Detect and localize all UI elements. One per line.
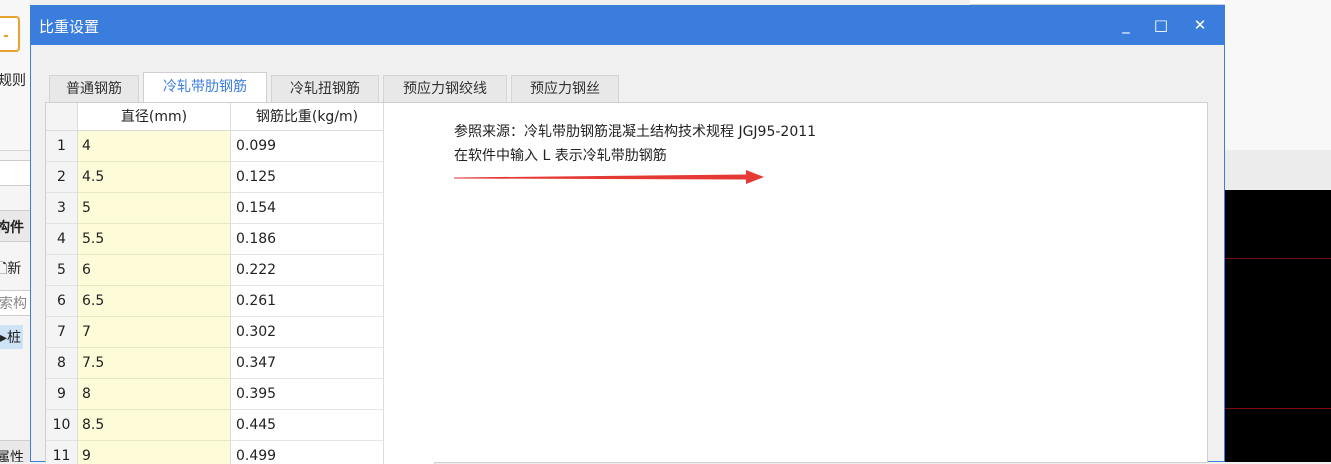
diameter-cell[interactable]: 9 bbox=[78, 441, 231, 464]
tab-prestressed-wire[interactable]: 预应力钢丝 bbox=[511, 75, 619, 102]
row-index[interactable]: 8 bbox=[46, 348, 78, 379]
reference-info: 参照来源：冷轧带肋钢筋混凝土结构技术规程 JGJ95-2011 在软件中输入 L… bbox=[434, 103, 1207, 462]
tab-cold-rolled-twisted[interactable]: 冷轧扭钢筋 bbox=[271, 75, 379, 102]
weight-cell[interactable]: 0.499 bbox=[231, 441, 384, 464]
weight-cell[interactable]: 0.186 bbox=[231, 224, 384, 255]
close-button[interactable]: ✕ bbox=[1188, 14, 1212, 36]
dialog-titlebar[interactable]: 比重设置 _ □ ✕ bbox=[31, 6, 1224, 45]
diameter-cell[interactable]: 6 bbox=[78, 255, 231, 286]
rules-icon[interactable]: - bbox=[0, 16, 20, 52]
background-footer: 属性 bbox=[0, 440, 30, 462]
canvas-line bbox=[1225, 258, 1331, 259]
footer-label: 属性 bbox=[0, 450, 24, 462]
weight-cell[interactable]: 0.347 bbox=[231, 348, 384, 379]
table-row[interactable]: 6 6.5 0.261 bbox=[46, 286, 384, 317]
diameter-cell[interactable]: 4.5 bbox=[78, 162, 231, 193]
table-row[interactable]: 11 9 0.499 bbox=[46, 441, 384, 464]
search-input[interactable]: 索构 bbox=[0, 290, 30, 316]
row-index[interactable]: 10 bbox=[46, 410, 78, 441]
input-hint: 在软件中输入 L 表示冷轧带肋钢筋 bbox=[454, 148, 667, 164]
diameter-cell[interactable]: 5 bbox=[78, 193, 231, 224]
tab-panel: 直径(mm) 钢筋比重(kg/m) 1 4 0.099 2 4.5 0.125 3 5 0.15… bbox=[45, 102, 1208, 464]
bullet-icon: ▸ bbox=[0, 330, 8, 346]
diameter-cell[interactable]: 5.5 bbox=[78, 224, 231, 255]
weight-cell[interactable]: 0.302 bbox=[231, 317, 384, 348]
minimize-button[interactable]: _ bbox=[1114, 14, 1138, 36]
table-row[interactable]: 2 4.5 0.125 bbox=[46, 162, 384, 193]
weight-cell[interactable]: 0.125 bbox=[231, 162, 384, 193]
tab-cold-rolled-ribbed[interactable]: 冷轧带肋钢筋 bbox=[143, 72, 267, 103]
weight-cell[interactable]: 0.099 bbox=[231, 131, 384, 162]
table-row[interactable]: 3 5 0.154 bbox=[46, 193, 384, 224]
diameter-cell[interactable]: 6.5 bbox=[78, 286, 231, 317]
table-row[interactable]: 7 7 0.302 bbox=[46, 317, 384, 348]
column-header-weight[interactable]: 钢筋比重(kg/m) bbox=[231, 103, 384, 131]
table-row[interactable]: 4 5.5 0.186 bbox=[46, 224, 384, 255]
background-tab-strip bbox=[1225, 150, 1331, 190]
row-index[interactable]: 6 bbox=[46, 286, 78, 317]
row-index[interactable]: 7 bbox=[46, 317, 78, 348]
density-settings-dialog: 比重设置 _ □ ✕ 普通钢筋 冷轧带肋钢筋 冷轧扭钢筋 预应力钢绞线 预应力钢… bbox=[30, 5, 1225, 464]
tab-prestressed-strand[interactable]: 预应力钢绞线 bbox=[383, 75, 507, 102]
row-index[interactable]: 3 bbox=[46, 193, 78, 224]
canvas-line bbox=[1225, 408, 1331, 409]
background-app-right bbox=[1225, 0, 1331, 462]
table-row[interactable]: 5 6 0.222 bbox=[46, 255, 384, 286]
tree-item[interactable]: ▸桩 bbox=[0, 325, 24, 349]
ribbon-label[interactable]: 规则 bbox=[0, 70, 26, 90]
row-index[interactable]: 2 bbox=[46, 162, 78, 193]
dialog-title: 比重设置 bbox=[39, 18, 100, 36]
new-button[interactable]: 🗋新 bbox=[0, 258, 21, 282]
row-header-corner bbox=[46, 103, 78, 131]
weight-cell[interactable]: 0.445 bbox=[231, 410, 384, 441]
weight-cell[interactable]: 0.222 bbox=[231, 255, 384, 286]
row-index[interactable]: 4 bbox=[46, 224, 78, 255]
density-table: 直径(mm) 钢筋比重(kg/m) 1 4 0.099 2 4.5 0.125 3 5 0.15… bbox=[46, 103, 384, 464]
panel-title: 构件 bbox=[0, 220, 24, 236]
arrow-icon bbox=[454, 170, 764, 184]
background-toolbar-area bbox=[1225, 0, 1331, 151]
diameter-cell[interactable]: 4 bbox=[78, 131, 231, 162]
maximize-button[interactable]: □ bbox=[1149, 14, 1173, 36]
weight-cell[interactable]: 0.395 bbox=[231, 379, 384, 410]
row-index[interactable]: 11 bbox=[46, 441, 78, 464]
table-row[interactable]: 10 8.5 0.445 bbox=[46, 410, 384, 441]
weight-cell[interactable]: 0.154 bbox=[231, 193, 384, 224]
background-panel-header: 构件 bbox=[0, 210, 30, 242]
tab-ordinary-rebar[interactable]: 普通钢筋 bbox=[49, 75, 139, 102]
table-row[interactable]: 8 7.5 0.347 bbox=[46, 348, 384, 379]
row-index[interactable]: 9 bbox=[46, 379, 78, 410]
reference-source: 参照来源：冷轧带肋钢筋混凝土结构技术规程 JGJ95-2011 bbox=[454, 124, 817, 140]
diameter-cell[interactable]: 8 bbox=[78, 379, 231, 410]
table-row[interactable]: 1 4 0.099 bbox=[46, 131, 384, 162]
row-index[interactable]: 5 bbox=[46, 255, 78, 286]
row-index[interactable]: 1 bbox=[46, 131, 78, 162]
diameter-cell[interactable]: 8.5 bbox=[78, 410, 231, 441]
weight-cell[interactable]: 0.261 bbox=[231, 286, 384, 317]
splitter bbox=[384, 103, 435, 464]
background-field[interactable] bbox=[0, 160, 30, 186]
column-header-diameter[interactable]: 直径(mm) bbox=[78, 103, 231, 131]
table-row[interactable]: 9 8 0.395 bbox=[46, 379, 384, 410]
diameter-cell[interactable]: 7 bbox=[78, 317, 231, 348]
drawing-canvas[interactable] bbox=[1225, 190, 1331, 462]
diameter-cell[interactable]: 7.5 bbox=[78, 348, 231, 379]
background-app-left: - 规则 构件 🗋新 索构 ▸桩 属性 bbox=[0, 0, 30, 462]
background-ribbon: - 规则 bbox=[0, 0, 30, 151]
